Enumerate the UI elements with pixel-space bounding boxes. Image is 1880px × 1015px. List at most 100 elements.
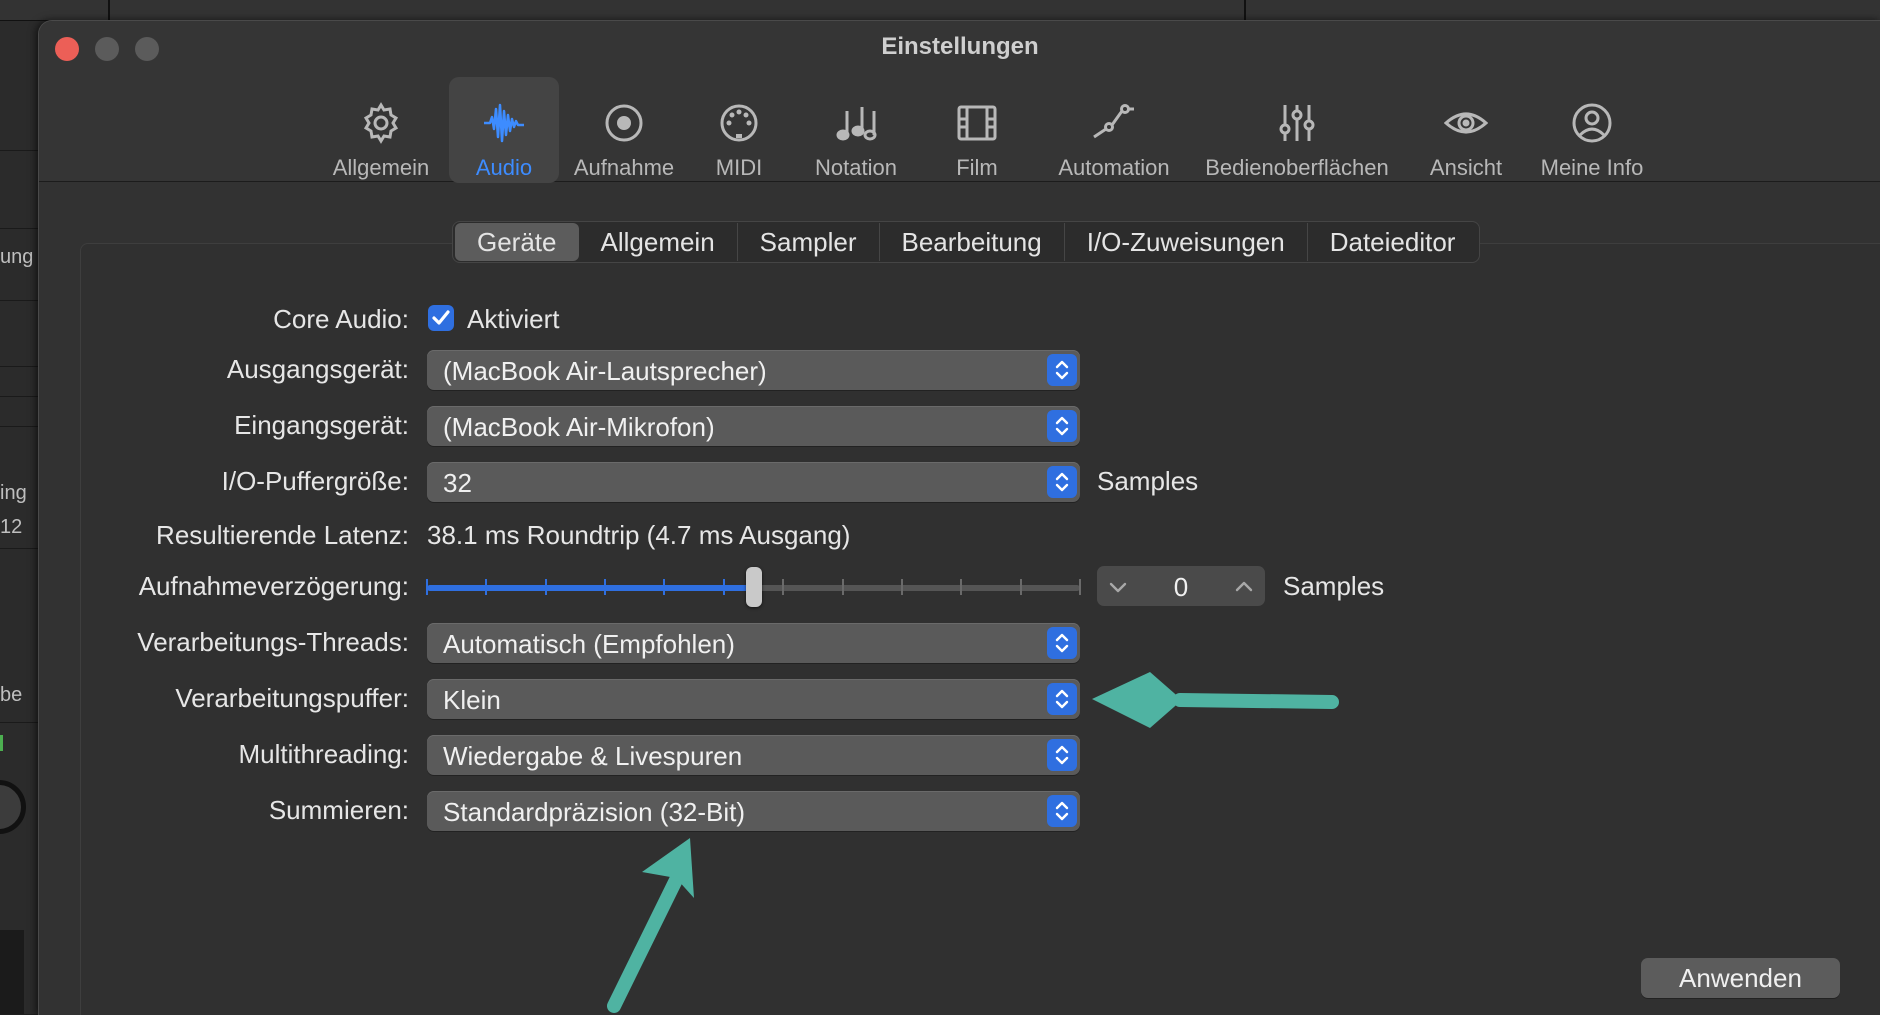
divider xyxy=(0,722,40,723)
toolbar-label: Film xyxy=(956,155,998,180)
divider xyxy=(0,366,40,367)
core-audio-checkbox-label[interactable]: Aktiviert xyxy=(467,304,559,335)
input-device-label: Eingangsgerät: xyxy=(234,410,409,440)
background-label: ung xyxy=(0,246,34,268)
multithreading-popup[interactable]: Wiedergabe & Livespuren xyxy=(427,735,1080,775)
slider-tick xyxy=(1079,579,1081,595)
background-knob[interactable] xyxy=(0,780,26,834)
process-buffer-popup[interactable]: Klein xyxy=(427,679,1080,719)
toolbar-film[interactable]: Film xyxy=(937,77,1017,183)
latency-label: Resultierende Latenz: xyxy=(156,520,409,550)
record-delay-unit: Samples xyxy=(1283,571,1385,601)
slider-tick xyxy=(604,579,606,595)
apply-button[interactable]: Anwenden xyxy=(1641,958,1840,998)
waveform-icon xyxy=(484,103,524,143)
slider-thumb[interactable] xyxy=(746,567,762,607)
popup-value: Klein xyxy=(443,685,501,715)
subtab-allgemein[interactable]: Allgemein xyxy=(579,223,738,261)
window-title: Einstellungen xyxy=(881,33,1039,60)
record-delay-label: Aufnahmeverzögerung: xyxy=(138,571,409,601)
slider-tick xyxy=(663,579,665,595)
popup-value: Wiedergabe & Livespuren xyxy=(443,741,743,771)
background-label: 12 xyxy=(0,516,23,538)
subtab-geraete[interactable]: Geräte xyxy=(455,223,579,261)
slider-tick xyxy=(485,579,487,595)
chevron-up-icon[interactable] xyxy=(1233,576,1255,598)
output-device-popup[interactable]: (MacBook Air-Lautsprecher) xyxy=(427,350,1080,390)
core-audio-checkbox[interactable] xyxy=(428,305,454,331)
buffer-size-label: I/O-Puffergröße: xyxy=(221,466,409,496)
slider-tick xyxy=(901,579,903,595)
slider-tick xyxy=(426,579,428,595)
toolbar-label: Audio xyxy=(475,155,533,180)
buffer-size-popup[interactable]: 32 xyxy=(427,462,1080,502)
gear-icon xyxy=(363,102,399,144)
toolbar-label: Bedienoberflächen xyxy=(1205,155,1389,180)
divider xyxy=(108,0,110,20)
output-device-label: Ausgangsgerät: xyxy=(226,354,409,384)
preferences-window: Einstellungen Allgemein Audio Aufnahme M… xyxy=(38,20,1880,1015)
toolbar-label: Aufnahme xyxy=(573,155,675,180)
popup-value: Automatisch (Empfohlen) xyxy=(443,629,735,659)
background-label: be xyxy=(0,684,23,706)
input-device-popup[interactable]: (MacBook Air-Mikrofon) xyxy=(427,406,1080,446)
divider xyxy=(0,396,40,397)
record-delay-stepper[interactable]: 0 xyxy=(1097,566,1265,606)
toolbar-label: Notation xyxy=(815,155,897,180)
divider xyxy=(0,300,40,301)
chevron-updown-icon xyxy=(1047,739,1077,771)
divider xyxy=(1244,0,1246,20)
latency-value: 38.1 ms Roundtrip (4.7 ms Ausgang) xyxy=(427,520,851,550)
toolbar-label: MIDI xyxy=(715,155,763,180)
slider-fill xyxy=(427,585,754,591)
threads-popup[interactable]: Automatisch (Empfohlen) xyxy=(427,623,1080,663)
person-circle-icon xyxy=(1572,103,1612,143)
slider-tick xyxy=(1020,579,1022,595)
toolbar-label: Ansicht xyxy=(1429,155,1503,180)
toolbar-meine-info[interactable]: Meine Info xyxy=(1527,77,1657,183)
chevron-updown-icon xyxy=(1047,410,1077,442)
toolbar-bedienoberflaechen[interactable]: Bedienoberflächen xyxy=(1192,77,1402,183)
slider-tick xyxy=(842,579,844,595)
midi-connector-icon xyxy=(720,104,758,142)
toolbar-notation[interactable]: Notation xyxy=(801,77,911,183)
toolbar-ansicht[interactable]: Ansicht xyxy=(1411,77,1521,183)
subtab-io-zuweisungen[interactable]: I/O-Zuweisungen xyxy=(1065,223,1308,261)
slider-tick xyxy=(723,579,725,595)
process-buffer-label: Verarbeitungspuffer: xyxy=(175,683,409,713)
toolbar-allgemein[interactable]: Allgemein xyxy=(323,77,439,183)
summing-label: Summieren: xyxy=(268,795,409,825)
subtab-bearbeitung[interactable]: Bearbeitung xyxy=(880,223,1065,261)
divider xyxy=(0,228,40,229)
record-delay-slider[interactable] xyxy=(426,567,1081,607)
slider-tick xyxy=(960,579,962,595)
music-notes-icon xyxy=(836,107,877,141)
subtab-dateieditor[interactable]: Dateieditor xyxy=(1308,223,1478,261)
subtab-sampler[interactable]: Sampler xyxy=(738,223,880,261)
summing-popup[interactable]: Standardpräzision (32-Bit) xyxy=(427,791,1080,831)
slider-tick xyxy=(545,579,547,595)
film-icon xyxy=(957,105,997,141)
toolbar-automation[interactable]: Automation xyxy=(1044,77,1184,183)
background-panel xyxy=(0,930,24,1014)
popup-value: (MacBook Air-Lautsprecher) xyxy=(443,356,767,386)
toolbar-audio[interactable]: Audio xyxy=(449,77,559,183)
automation-curve-icon xyxy=(1093,104,1134,139)
popup-value: Standardpräzision (32-Bit) xyxy=(443,797,746,827)
toolbar-midi[interactable]: MIDI xyxy=(699,77,779,183)
toolbar-label: Allgemein xyxy=(332,155,430,180)
eye-icon xyxy=(1444,112,1488,134)
toolbar-aufnahme[interactable]: Aufnahme xyxy=(569,77,679,183)
slider-tick xyxy=(782,579,784,595)
divider xyxy=(0,426,40,427)
checkmark-icon xyxy=(432,310,450,325)
toolbar-label: Automation xyxy=(1058,155,1170,180)
chevron-updown-icon xyxy=(1047,354,1077,386)
chevron-updown-icon xyxy=(1047,627,1077,659)
divider xyxy=(0,548,40,549)
divider xyxy=(0,150,40,151)
background-label: ing xyxy=(0,482,27,504)
subtab-bar: Geräte Allgemein Sampler Bearbeitung I/O… xyxy=(452,221,1481,263)
threads-label: Verarbeitungs-Threads: xyxy=(137,627,409,657)
popup-value: 32 xyxy=(443,468,472,498)
